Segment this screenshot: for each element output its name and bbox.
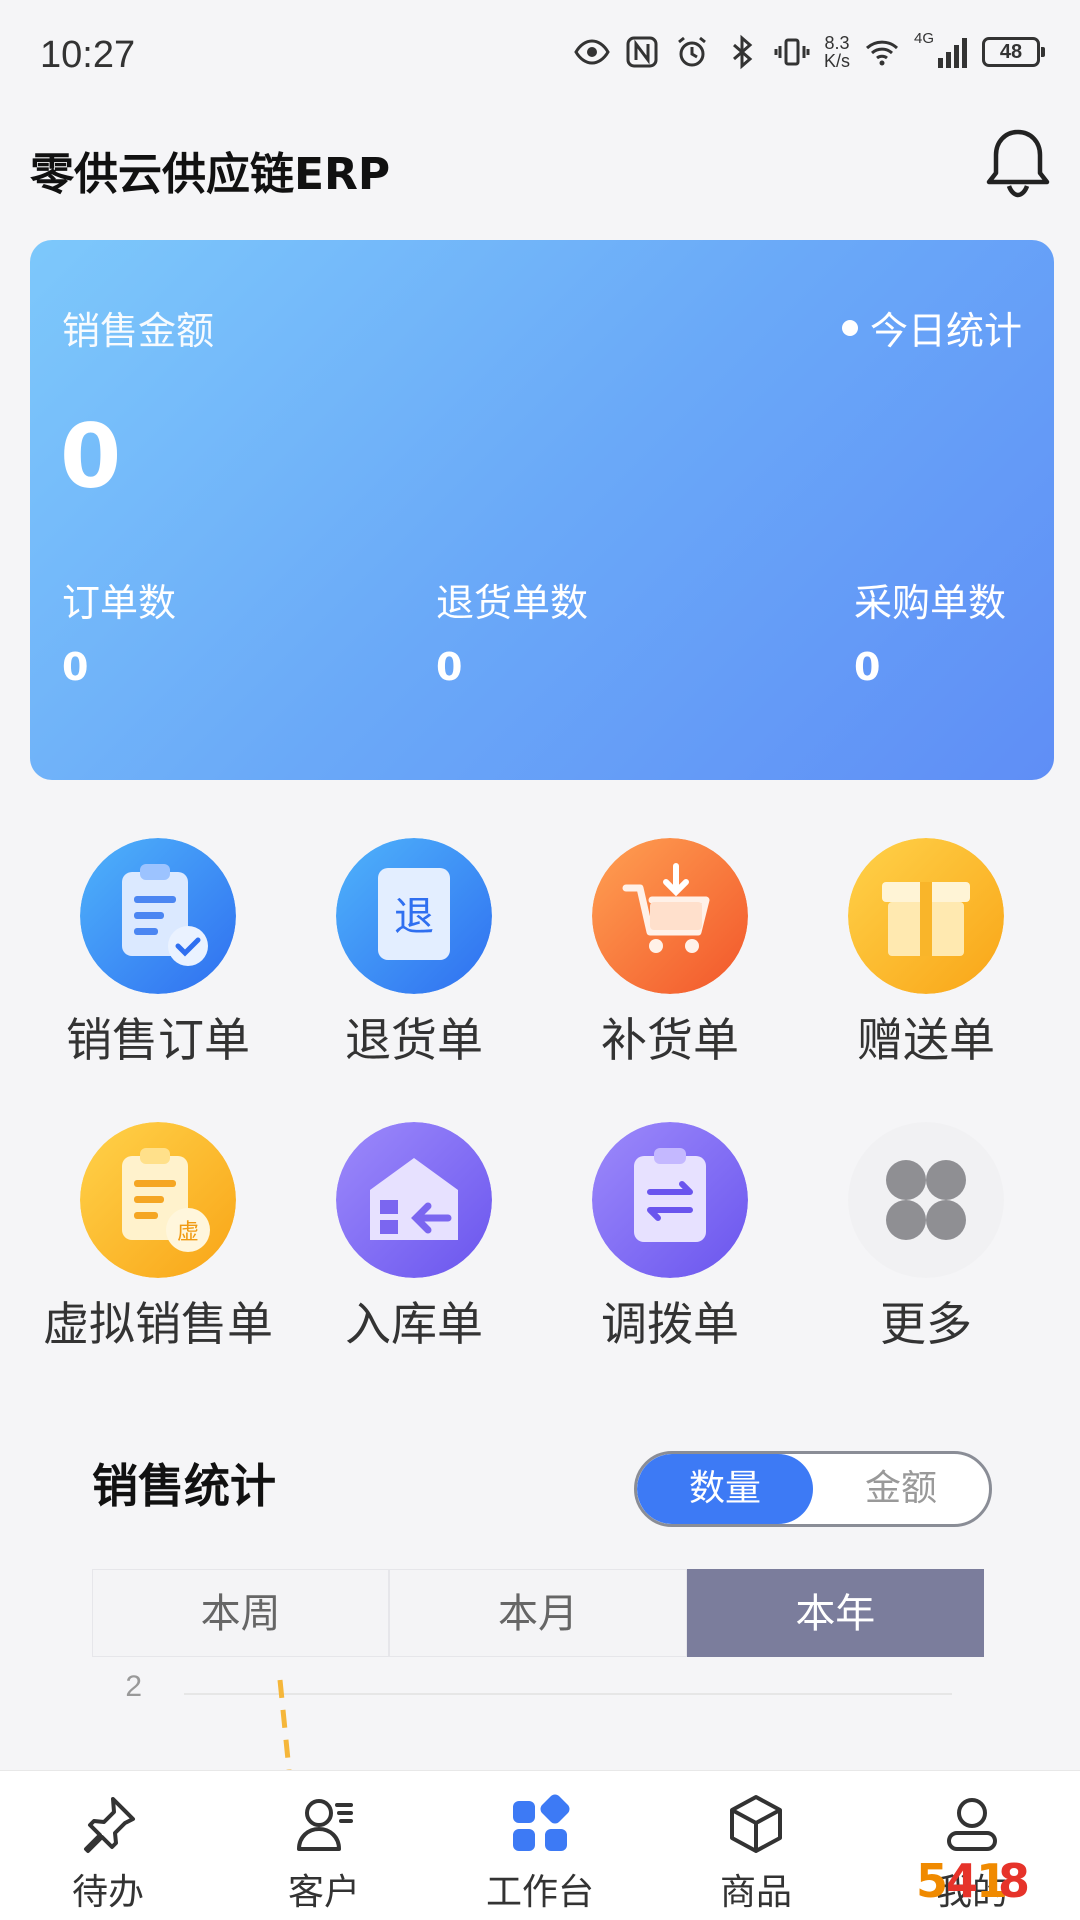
- gift-icon: [848, 838, 1004, 994]
- action-label: 补货单: [601, 1013, 739, 1067]
- status-bar: 10:27 8.3 K/s 4G 48: [0, 0, 1080, 110]
- action-label: 调拨单: [601, 1297, 739, 1351]
- action-label: 虚拟销售单: [43, 1297, 273, 1351]
- bottom-navigation: 待办 客户 工作台 商品 我的 5 4 1 8: [0, 1770, 1080, 1920]
- signal-bars-icon: [938, 38, 967, 68]
- action-more[interactable]: 更多: [798, 1122, 1054, 1352]
- toggle-quantity[interactable]: 数量: [637, 1454, 813, 1524]
- metric-toggle: 数量 金额: [634, 1451, 992, 1527]
- action-label: 退货单: [345, 1013, 483, 1067]
- return-glyph: 退: [394, 894, 434, 940]
- nfc-icon: [626, 36, 658, 68]
- period-label: 今日统计: [869, 309, 1022, 353]
- nav-customers[interactable]: 客户: [216, 1771, 432, 1920]
- metric-label: 采购单数: [854, 581, 1007, 625]
- status-time: 10:27: [40, 34, 136, 76]
- nav-todo[interactable]: 待办: [0, 1771, 216, 1920]
- action-label: 更多: [880, 1297, 972, 1351]
- action-return-order[interactable]: 退 退货单: [286, 838, 542, 1068]
- watermark-logo: 5 4 1 8: [916, 1854, 1030, 1908]
- pin-icon: [84, 1797, 135, 1853]
- transfer-icon: [592, 1122, 748, 1278]
- sales-stats-title: 销售统计: [92, 1459, 276, 1513]
- box-icon: [730, 1795, 782, 1853]
- action-label: 入库单: [345, 1297, 483, 1351]
- erp-home-screen: { "status_bar": { "time": "10:27", "net_…: [0, 0, 1080, 1920]
- warehouse-in-icon: [336, 1122, 492, 1278]
- metric-value: 0: [854, 645, 881, 689]
- sales-order-icon: [80, 838, 236, 994]
- metric-value: 0: [436, 645, 463, 689]
- notification-bell-icon[interactable]: [982, 124, 1054, 200]
- action-sales-order[interactable]: 销售订单: [30, 838, 286, 1068]
- nav-label: 商品: [719, 1872, 792, 1913]
- nav-label: 待办: [71, 1872, 144, 1913]
- action-warehouse-in-order[interactable]: 入库单: [286, 1122, 542, 1352]
- cellular-signal: 4G: [914, 30, 968, 70]
- metric-returns: 退货单数 0: [436, 572, 588, 689]
- app-title: 零供云供应链ERP: [30, 149, 391, 200]
- y-tick-label: 2: [125, 1670, 142, 1703]
- virtual-sales-icon: 虚: [80, 1122, 236, 1278]
- status-icons: 8.3 K/s 4G 48: [574, 30, 1045, 70]
- eye-icon: [574, 39, 610, 65]
- battery-indicator: 48: [982, 37, 1045, 67]
- action-gift-order[interactable]: 赠送单: [798, 838, 1054, 1068]
- action-label: 销售订单: [66, 1013, 250, 1067]
- net-speed-value: 8.3: [824, 33, 850, 53]
- action-transfer-order[interactable]: 调拨单: [542, 1122, 798, 1352]
- workbench-icon: [513, 1794, 570, 1851]
- tab-year[interactable]: 本年: [686, 1569, 984, 1657]
- sales-chart: 2: [125, 1670, 952, 1770]
- metric-value: 0: [62, 645, 89, 689]
- period-tabs: 本周 本月 本年: [92, 1569, 984, 1657]
- vibrate-icon: [774, 38, 810, 66]
- metric-label: 退货单数: [436, 581, 589, 625]
- net-speed: 8.3 K/s: [824, 34, 850, 70]
- nav-label: 工作台: [485, 1872, 594, 1913]
- nav-label: 客户: [287, 1872, 360, 1913]
- svg-text:5: 5: [916, 1854, 948, 1908]
- tab-month[interactable]: 本月: [389, 1569, 687, 1657]
- virtual-glyph: 虚: [177, 1220, 199, 1245]
- metric-label: 订单数: [62, 581, 177, 625]
- action-virtual-sales-order[interactable]: 虚 虚拟销售单: [30, 1122, 286, 1352]
- period-indicator[interactable]: 今日统计: [841, 300, 1022, 355]
- metric-orders: 订单数 0: [62, 572, 176, 689]
- metric-purchases: 采购单数 0: [854, 572, 1006, 689]
- restock-cart-icon: [592, 838, 748, 994]
- svg-text:8: 8: [998, 1854, 1030, 1908]
- customer-icon: [297, 1799, 353, 1851]
- period-dot-icon: [841, 319, 858, 336]
- nav-products[interactable]: 商品: [648, 1771, 864, 1920]
- more-grid-icon: [848, 1122, 1004, 1278]
- toggle-amount[interactable]: 金额: [813, 1454, 989, 1524]
- bluetooth-icon: [732, 34, 753, 70]
- alarm-icon: [678, 36, 706, 67]
- net-speed-unit: K/s: [823, 51, 850, 71]
- tab-week[interactable]: 本周: [92, 1569, 390, 1657]
- sales-amount-label: 销售金额: [62, 309, 215, 353]
- svg-text:4: 4: [946, 1854, 978, 1908]
- wifi-icon: [865, 40, 899, 66]
- action-label: 赠送单: [857, 1013, 995, 1067]
- nav-workbench[interactable]: 工作台: [432, 1771, 648, 1920]
- action-restock-order[interactable]: 补货单: [542, 838, 798, 1068]
- return-icon: 退: [336, 838, 492, 994]
- sales-summary-card[interactable]: 销售金额 今日统计 0 订单数 0 退货单数 0 采购单数 0: [30, 240, 1054, 780]
- sales-amount-value: 0: [60, 405, 122, 508]
